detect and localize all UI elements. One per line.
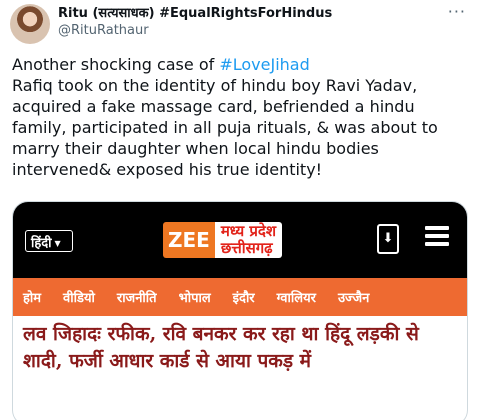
nav-item-gwalior[interactable]: ग्वालियर [277, 288, 316, 306]
author-name[interactable]: Ritu (सत्यसाधक) #EqualRightsForHindus [58, 5, 440, 22]
nav-item-indore[interactable]: इंदौर [233, 288, 255, 306]
nav-item-home[interactable]: होम [23, 288, 41, 306]
site-header: हिंदी ▼ ZEE मध्य प्रदेश छत्तीसगढ़ ⬇ [13, 202, 467, 278]
logo-line-1: मध्य प्रदेश [220, 222, 277, 240]
tweet-author: Ritu (सत्यसाधक) #EqualRightsForHindus @R… [58, 5, 440, 39]
tweet-text-body: Rafiq took on the identity of hindu boy … [12, 76, 438, 179]
tweet-text-intro: Another shocking case of [12, 55, 220, 74]
more-options-icon[interactable]: ··· [448, 2, 466, 21]
language-label: हिंदी [31, 236, 52, 251]
hashtag-link[interactable]: #LoveJihad [219, 55, 309, 74]
download-app-icon[interactable]: ⬇ [377, 224, 399, 254]
logo-line-2: छत्तीसगढ़ [220, 239, 273, 257]
hamburger-menu-icon[interactable] [425, 226, 449, 246]
nav-item-politics[interactable]: राजनीति [117, 288, 157, 306]
nav-item-bhopal[interactable]: भोपाल [179, 288, 211, 306]
caret-down-icon: ▼ [54, 239, 61, 248]
site-nav: होम वीडियो राजनीति भोपाल इंदौर ग्वालियर … [13, 278, 467, 316]
logo-brand: ZEE [163, 222, 215, 258]
avatar[interactable] [10, 4, 50, 44]
nav-item-ujjain[interactable]: उज्जैन [338, 288, 369, 306]
logo-region: मध्य प्रदेश छत्तीसगढ़ [214, 222, 283, 258]
site-logo[interactable]: ZEE मध्य प्रदेश छत्तीसगढ़ [163, 220, 283, 260]
author-handle[interactable]: @RituRathaur [58, 22, 440, 39]
tweet-text: Another shocking case of #LoveJihad Rafi… [12, 54, 472, 180]
link-preview-card[interactable]: हिंदी ▼ ZEE मध्य प्रदेश छत्तीसगढ़ ⬇ होम व… [12, 201, 468, 420]
language-select[interactable]: हिंदी ▼ [25, 230, 73, 252]
article-headline[interactable]: लव जिहादः रफीक, रवि बनकर कर रहा था हिंदू… [23, 321, 459, 375]
nav-item-video[interactable]: वीडियो [63, 288, 95, 306]
